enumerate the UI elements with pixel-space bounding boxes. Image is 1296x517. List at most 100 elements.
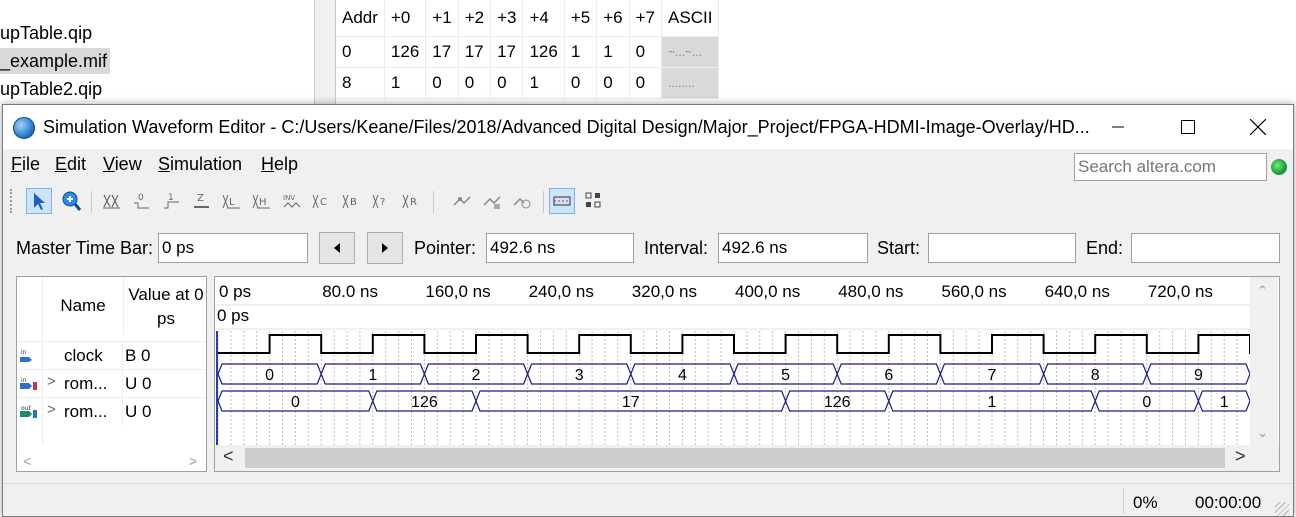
menu-file[interactable]: File <box>11 154 40 175</box>
time-ruler-label: 480,0 ns <box>838 282 903 301</box>
column-divider <box>122 398 123 426</box>
mem-header: ASCII <box>661 0 720 37</box>
name-column-header[interactable]: Name <box>43 277 123 335</box>
mem-cell[interactable]: 0 <box>629 36 663 68</box>
waveform-pane[interactable]: 0 ps 80.0 ns 160,0 ns 240,0 ns 320,0 ns 400,0… <box>214 276 1280 472</box>
force-low-button[interactable]: 0 <box>129 188 155 214</box>
selection-tool-button[interactable] <box>26 188 52 214</box>
minimize-button[interactable] <box>1083 105 1153 149</box>
waveform-vertical-scrollbar[interactable]: ⌃ ⌄ <box>1250 277 1278 445</box>
file-item[interactable]: upTable2.qip <box>0 76 105 102</box>
names-horizontal-scrollbar[interactable]: < > <box>17 453 206 471</box>
scroll-right-icon[interactable]: > <box>189 453 197 469</box>
weak-low-button[interactable]: L <box>219 188 245 214</box>
input-bus-icon: in <box>20 377 37 390</box>
interval-input[interactable]: 492.6 ns <box>718 233 868 263</box>
menu-view[interactable]: View <box>103 154 142 175</box>
run-timing-button[interactable] <box>509 188 535 214</box>
mem-cell[interactable]: 0 <box>490 67 524 99</box>
mem-cell[interactable]: 0 <box>629 67 663 99</box>
toolbar-separator <box>433 191 434 213</box>
run-functional-button[interactable] <box>479 188 505 214</box>
end-input[interactable] <box>1131 233 1280 263</box>
menu-help[interactable]: Help <box>261 154 298 175</box>
invert-icon: INV <box>283 194 301 208</box>
signal-row-rom-address[interactable]: in > rom... U 0 <box>17 369 206 398</box>
count-value-icon: C <box>312 194 327 209</box>
scroll-left-icon[interactable]: < <box>23 453 31 469</box>
time-ruler-label: 0 ps <box>219 282 251 301</box>
pane-divider[interactable] <box>314 0 336 110</box>
mem-header: +3 <box>490 0 524 37</box>
menu-edit[interactable]: Edit <box>55 154 86 175</box>
close-button[interactable] <box>1223 105 1293 149</box>
random-value-button[interactable]: R <box>399 188 425 214</box>
weak-low-icon: L <box>222 194 240 209</box>
signal-row-rom-data[interactable]: out > rom... U 0 <box>17 397 206 426</box>
menu-simulation[interactable]: Simulation <box>158 154 242 175</box>
mem-cell[interactable]: 1 <box>596 36 630 68</box>
data-bus-value-label: 1 <box>988 394 997 411</box>
scroll-right-icon[interactable]: > <box>1235 446 1246 467</box>
file-item[interactable]: upTable.qip <box>0 20 95 46</box>
waveform-canvas[interactable]: 0 ps 80.0 ns 160,0 ns 240,0 ns 320,0 ns 400,0… <box>215 277 1250 445</box>
previous-transition-button[interactable] <box>319 232 355 264</box>
mem-cell[interactable]: 17 <box>490 36 524 68</box>
mem-cell[interactable]: 126 <box>384 36 427 68</box>
value-column-header[interactable]: Value at 0 ps <box>123 277 208 335</box>
resize-grip-icon[interactable] <box>1275 502 1289 516</box>
master-time-bar-input[interactable]: 0 ps <box>158 233 308 263</box>
toolbar-grip[interactable] <box>10 189 14 213</box>
scroll-down-icon[interactable]: ⌄ <box>1257 425 1268 441</box>
maximize-button[interactable] <box>1153 105 1223 149</box>
mem-cell[interactable]: 1 <box>384 67 427 99</box>
mem-cell[interactable]: 17 <box>458 36 492 68</box>
mem-cell[interactable]: 0 <box>458 67 492 99</box>
search-input[interactable]: Search altera.com <box>1074 153 1267 181</box>
mem-cell[interactable]: 0 <box>596 67 630 99</box>
mem-cell[interactable]: 17 <box>425 36 459 68</box>
force-low-icon: 0 <box>134 193 149 209</box>
signal-name: rom... <box>64 374 108 393</box>
next-transition-button[interactable] <box>367 232 403 264</box>
svg-text:INV: INV <box>283 194 295 202</box>
mem-cell[interactable]: 1 <box>564 36 598 68</box>
address-bus-value-label: 0 <box>265 367 274 384</box>
arbitrary-value-button[interactable]: ? <box>369 188 395 214</box>
mem-cell[interactable]: 0 <box>425 67 459 99</box>
menu-label: imulation <box>170 154 243 174</box>
expand-chevron-icon[interactable]: > <box>47 401 56 418</box>
start-input[interactable] <box>928 233 1076 263</box>
zoom-tool-button[interactable] <box>58 188 84 214</box>
expand-chevron-icon[interactable]: > <box>47 373 56 390</box>
globe-icon[interactable] <box>1271 159 1287 175</box>
scroll-left-icon[interactable]: < <box>223 446 234 467</box>
pointer-input[interactable]: 492.6 ns <box>486 233 634 263</box>
clock-value-button[interactable]: B <box>339 188 365 214</box>
force-high-icon: 1 <box>164 193 179 209</box>
sort-button[interactable] <box>581 188 607 214</box>
weak-high-button[interactable]: H <box>249 188 275 214</box>
mem-cell[interactable]: 126 <box>522 36 565 68</box>
run-timing-icon <box>513 197 531 209</box>
file-item-selected[interactable]: _example.mif <box>0 48 111 74</box>
scroll-up-icon[interactable]: ⌃ <box>1257 283 1268 299</box>
uninitialized-button[interactable] <box>99 188 125 214</box>
scrollbar-thumb[interactable] <box>245 448 1225 468</box>
mem-cell[interactable]: 0 <box>564 67 598 99</box>
data-bus-value-label: 0 <box>1142 394 1151 411</box>
minimize-icon <box>1112 126 1124 128</box>
title-bar[interactable]: Simulation Waveform Editor - C:/Users/Ke… <box>3 105 1293 149</box>
waveform-horizontal-scrollbar[interactable]: < > <box>215 445 1279 471</box>
interval-label: Interval: <box>644 238 709 258</box>
mem-cell[interactable]: 1 <box>522 67 565 99</box>
high-impedance-button[interactable]: Z <box>189 188 215 214</box>
invert-button[interactable]: INV <box>279 188 305 214</box>
signal-row-clock[interactable]: in clock B 0 <box>17 341 206 370</box>
count-value-button[interactable]: C <box>309 188 335 214</box>
time-bar-panel: Master Time Bar: 0 ps Pointer: 492.6 ns … <box>3 225 1293 269</box>
grid-button[interactable] <box>549 188 575 214</box>
snap-to-grid-button[interactable] <box>449 188 475 214</box>
menu-label: iew <box>114 154 142 174</box>
force-high-button[interactable]: 1 <box>159 188 185 214</box>
